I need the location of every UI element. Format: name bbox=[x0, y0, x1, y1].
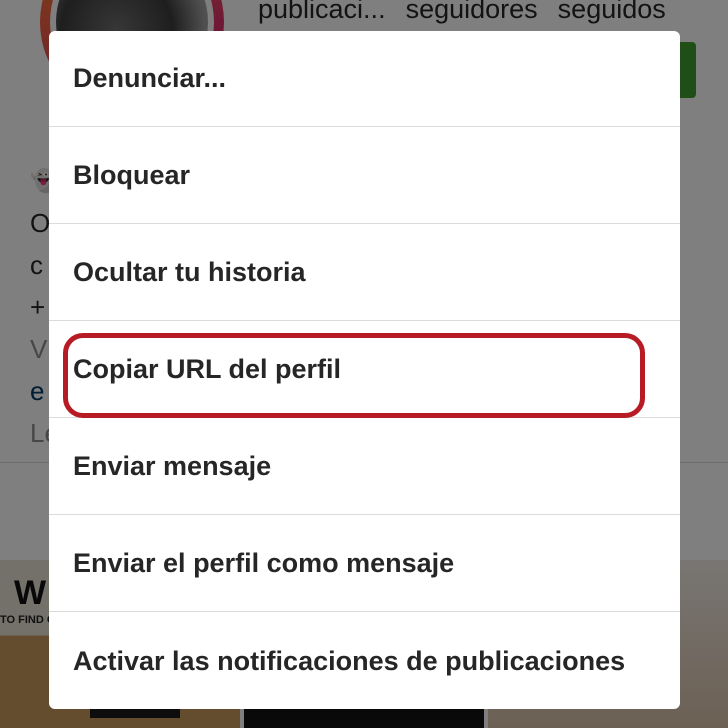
menu-item-post-notifications[interactable]: Activar las notificaciones de publicacio… bbox=[49, 613, 680, 709]
menu-item-block[interactable]: Bloquear bbox=[49, 128, 680, 224]
menu-item-copy-profile-url[interactable]: Copiar URL del perfil bbox=[49, 322, 680, 418]
menu-item-send-message[interactable]: Enviar mensaje bbox=[49, 419, 680, 515]
menu-item-share-profile[interactable]: Enviar el perfil como mensaje bbox=[49, 516, 680, 612]
profile-options-dialog: Denunciar... Bloquear Ocultar tu histori… bbox=[49, 31, 680, 709]
menu-item-report[interactable]: Denunciar... bbox=[49, 31, 680, 127]
menu-item-hide-story[interactable]: Ocultar tu historia bbox=[49, 225, 680, 321]
